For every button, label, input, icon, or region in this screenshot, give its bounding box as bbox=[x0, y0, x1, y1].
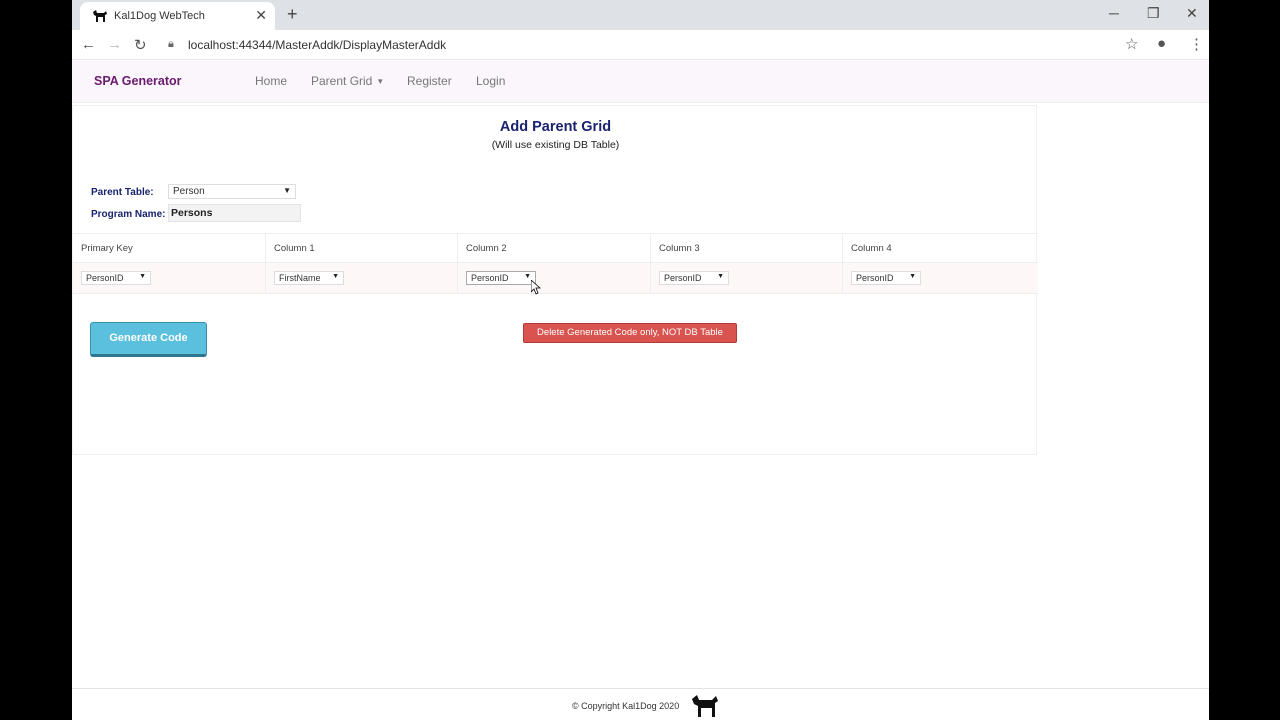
mouse-cursor-icon bbox=[531, 280, 541, 295]
column-4-value: PersonID bbox=[856, 273, 894, 283]
tab-close-icon[interactable]: ✕ bbox=[255, 7, 267, 24]
reload-icon[interactable]: ↻ bbox=[134, 36, 147, 54]
copyright-text: © Copyright Kal1Dog 2020 bbox=[572, 701, 680, 711]
dropdown-arrow-icon: ▼ bbox=[909, 273, 916, 280]
parent-table-label: Parent Table: bbox=[91, 187, 154, 198]
profile-icon[interactable]: ● bbox=[1157, 35, 1166, 52]
header-column-2: Column 2 bbox=[466, 243, 507, 254]
nav-parent-grid-label: Parent Grid bbox=[311, 74, 373, 88]
header-primary-key: Primary Key bbox=[81, 243, 133, 254]
browser-window: Kal1Dog WebTech ✕ + ─ ❐ ✕ ← → ↻ 🔒︎ local… bbox=[72, 0, 1209, 720]
grid-header-cell: Column 3 bbox=[651, 234, 843, 262]
program-name-label: Program Name: bbox=[91, 209, 166, 220]
column-3-select[interactable]: PersonID ▼ bbox=[659, 271, 729, 285]
minimize-icon[interactable]: ─ bbox=[1109, 5, 1119, 21]
lock-icon: 🔒︎ bbox=[168, 38, 174, 50]
url-text: localhost:44344/MasterAddk/DisplayMaster… bbox=[188, 38, 447, 52]
grid-header-cell: Primary Key bbox=[73, 234, 266, 262]
column-2-select[interactable]: PersonID ▼ bbox=[466, 271, 536, 285]
dropdown-arrow-icon: ▼ bbox=[524, 273, 531, 280]
grid-header-cell: Column 4 bbox=[843, 234, 1038, 262]
delete-generated-code-button[interactable]: Delete Generated Code only, NOT DB Table bbox=[523, 323, 737, 343]
grid-cell: FirstName ▼ bbox=[266, 263, 458, 293]
column-4-select[interactable]: PersonID ▼ bbox=[851, 271, 921, 285]
parent-table-select[interactable]: Person ▼ bbox=[168, 184, 296, 199]
dog-favicon-icon bbox=[93, 10, 107, 22]
dropdown-arrow-icon: ▼ bbox=[283, 186, 291, 195]
forward-icon[interactable]: → bbox=[107, 36, 122, 53]
dropdown-arrow-icon: ▼ bbox=[717, 273, 724, 280]
grid-cell: PersonID ▼ bbox=[458, 263, 651, 293]
nav-home[interactable]: Home bbox=[255, 74, 287, 88]
content-panel: Add Parent Grid (Will use existing DB Ta… bbox=[72, 105, 1038, 455]
header-column-4: Column 4 bbox=[851, 243, 892, 254]
dog-logo-icon bbox=[692, 695, 718, 717]
nav-login[interactable]: Login bbox=[476, 74, 505, 88]
page-subtitle: (Will use existing DB Table) bbox=[491, 139, 620, 151]
caret-down-icon: ▼ bbox=[376, 77, 385, 87]
header-column-3: Column 3 bbox=[659, 243, 700, 254]
column-3-value: PersonID bbox=[664, 273, 702, 283]
header-column-1: Column 1 bbox=[274, 243, 315, 254]
browser-toolbar: ← → ↻ 🔒︎ localhost:44344/MasterAddk/Disp… bbox=[72, 30, 1209, 60]
column-1-select[interactable]: FirstName ▼ bbox=[274, 271, 344, 285]
browser-tab[interactable]: Kal1Dog WebTech ✕ bbox=[80, 2, 275, 30]
footer: © Copyright Kal1Dog 2020 bbox=[72, 688, 1209, 720]
grid-header-cell: Column 2 bbox=[458, 234, 651, 262]
column-2-value: PersonID bbox=[471, 273, 509, 283]
column-1-value: FirstName bbox=[279, 273, 321, 283]
restore-icon[interactable]: ❐ bbox=[1147, 5, 1160, 22]
nav-parent-grid[interactable]: Parent Grid ▼ bbox=[311, 74, 384, 88]
tab-title: Kal1Dog WebTech bbox=[114, 10, 205, 22]
new-tab-button[interactable]: + bbox=[287, 4, 298, 25]
nav-register[interactable]: Register bbox=[407, 74, 452, 88]
site-navbar: SPA Generator Home Parent Grid ▼ Register… bbox=[72, 61, 1209, 103]
dropdown-arrow-icon: ▼ bbox=[139, 273, 146, 280]
grid-header-cell: Column 1 bbox=[266, 234, 458, 262]
grid-cell: PersonID ▼ bbox=[651, 263, 843, 293]
primary-key-select[interactable]: PersonID ▼ bbox=[81, 271, 151, 285]
parent-table-value: Person bbox=[173, 186, 205, 197]
dropdown-arrow-icon: ▼ bbox=[332, 273, 339, 280]
generate-code-button[interactable]: Generate Code bbox=[90, 322, 207, 357]
star-icon[interactable]: ☆ bbox=[1125, 35, 1138, 53]
close-icon[interactable]: ✕ bbox=[1186, 5, 1198, 22]
grid-row: PersonID ▼ FirstName ▼ PersonID ▼ PersonID ▼… bbox=[73, 263, 1038, 294]
brand-link[interactable]: SPA Generator bbox=[94, 74, 182, 88]
program-name-input[interactable]: Persons bbox=[168, 204, 301, 222]
tab-strip: Kal1Dog WebTech ✕ + ─ ❐ ✕ bbox=[72, 0, 1209, 30]
address-bar[interactable]: 🔒︎ localhost:44344/MasterAddk/DisplayMas… bbox=[162, 33, 1112, 57]
grid-header: Primary Key Column 1 Column 2 Column 3 C… bbox=[73, 233, 1038, 263]
grid-cell: PersonID ▼ bbox=[73, 263, 266, 293]
back-icon[interactable]: ← bbox=[81, 36, 96, 53]
primary-key-value: PersonID bbox=[86, 273, 124, 283]
grid-cell: PersonID ▼ bbox=[843, 263, 1038, 293]
page-title: Add Parent Grid bbox=[499, 119, 612, 135]
menu-icon[interactable]: ⋮ bbox=[1189, 35, 1204, 53]
